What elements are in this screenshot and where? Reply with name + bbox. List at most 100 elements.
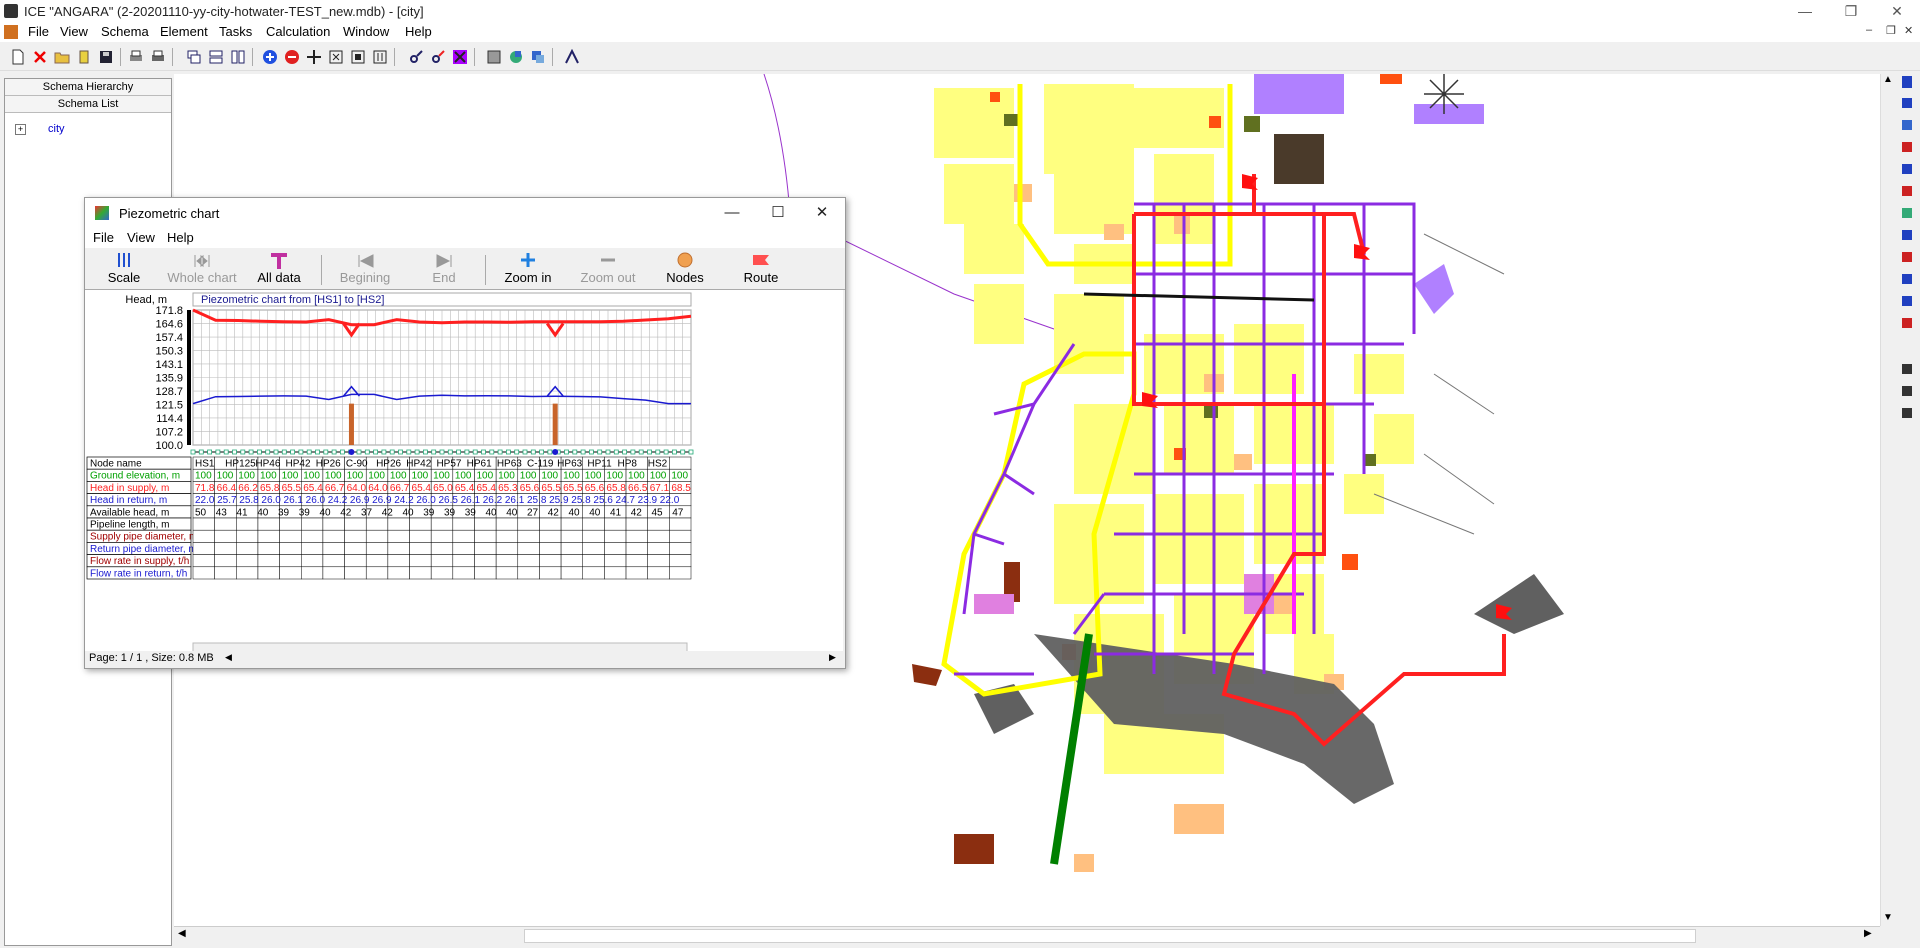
print-preview-icon[interactable] xyxy=(128,49,144,65)
node-marker xyxy=(223,449,229,455)
piezo-minimize-icon[interactable]: — xyxy=(717,202,747,224)
clipboard-icon[interactable] xyxy=(76,49,92,65)
schema-hierarchy-tab[interactable]: Schema Hierarchy xyxy=(5,79,171,96)
whole-chart-button[interactable]: Whole chart xyxy=(163,249,241,289)
properties-icon[interactable] xyxy=(1902,76,1912,88)
mdi-restore-icon[interactable]: ❐ xyxy=(1886,24,1896,37)
scroll-down-icon[interactable]: ▼ xyxy=(1883,912,1893,923)
save-icon[interactable] xyxy=(98,49,114,65)
find-icon[interactable] xyxy=(408,49,424,65)
table-value: C-90 xyxy=(346,459,368,470)
zoom-out-button[interactable]: Zoom out xyxy=(569,249,647,289)
chart-scroll-right-icon[interactable]: ▶ xyxy=(829,652,836,663)
mdi-doc-icon[interactable] xyxy=(4,25,18,39)
chart-scroll-left-icon[interactable]: ◀ xyxy=(225,652,232,663)
remove-icon[interactable] xyxy=(284,49,300,65)
menu-element[interactable]: Element xyxy=(160,24,208,39)
add-flag-icon[interactable] xyxy=(1902,318,1912,328)
menu-calculation[interactable]: Calculation xyxy=(266,24,330,39)
tile-vertical-icon[interactable] xyxy=(230,49,246,65)
paste-icon[interactable] xyxy=(1902,408,1912,418)
find-next-icon[interactable] xyxy=(430,49,446,65)
zoom-in-button[interactable]: Zoom in xyxy=(489,249,567,289)
node-marker xyxy=(539,449,545,455)
expand-icon[interactable]: + xyxy=(15,123,26,135)
scale-button[interactable]: Scale xyxy=(89,249,159,289)
scroll-right-icon[interactable]: ▶ xyxy=(1864,928,1872,939)
menu-window[interactable]: Window xyxy=(343,24,389,39)
add-label-icon[interactable] xyxy=(1902,274,1912,284)
copy-icon[interactable] xyxy=(1902,386,1912,396)
network-icon[interactable] xyxy=(564,49,580,65)
mdi-minimize-icon[interactable]: – xyxy=(1866,24,1872,36)
add-source-icon[interactable] xyxy=(1902,98,1912,108)
table-cell xyxy=(365,566,389,580)
piezo-menu-file[interactable]: File xyxy=(93,230,114,245)
piezo-menu-help[interactable]: Help xyxy=(167,230,194,245)
zoom-fit-icon[interactable] xyxy=(328,49,344,65)
add-consumer-icon[interactable] xyxy=(1902,142,1912,152)
zoom-window-icon[interactable] xyxy=(350,49,366,65)
route-button[interactable]: Route xyxy=(725,249,797,289)
table-cell xyxy=(236,529,259,543)
table-cell xyxy=(669,456,692,470)
map-vertical-scrollbar[interactable]: ▲ ▼ xyxy=(1880,74,1895,926)
zoom-out-icon xyxy=(601,258,615,262)
clear-selection-icon[interactable] xyxy=(452,49,468,65)
minimize-icon[interactable]: — xyxy=(1782,0,1828,22)
add-branch-icon[interactable] xyxy=(1902,164,1912,174)
begining-button[interactable]: Begining xyxy=(325,249,405,289)
node-marker xyxy=(688,449,694,455)
add-chamber-icon[interactable] xyxy=(1902,252,1912,262)
zoom-scale-icon[interactable] xyxy=(372,49,388,65)
piezo-close-icon[interactable]: ✕ xyxy=(807,202,837,224)
menu-view[interactable]: View xyxy=(60,24,88,39)
piezo-maximize-icon[interactable]: ☐ xyxy=(763,202,793,224)
end-button[interactable]: End xyxy=(405,249,483,289)
piezometric-chart[interactable]: Head, m Piezometric chart from [HS1] to [… xyxy=(85,290,843,655)
piezo-title-bar[interactable]: Piezometric chart — ☐ ✕ xyxy=(85,198,845,228)
menu-help[interactable]: Help xyxy=(405,24,432,39)
all-data-button[interactable]: All data xyxy=(241,249,317,289)
menu-file[interactable]: File xyxy=(28,24,49,39)
scroll-thumb[interactable] xyxy=(524,929,1696,943)
add-valve-icon[interactable] xyxy=(1902,186,1912,196)
move-icon[interactable] xyxy=(306,49,322,65)
map-horizontal-scrollbar[interactable]: ◀ ▶ xyxy=(174,926,1880,943)
globe-icon[interactable] xyxy=(508,49,524,65)
add-pump-icon[interactable] xyxy=(1902,208,1912,218)
table-value: HP46 xyxy=(255,459,280,470)
schema-list-tab[interactable]: Schema List xyxy=(5,96,171,113)
mdi-close-icon[interactable]: ✕ xyxy=(1904,24,1913,37)
tile-horizontal-icon[interactable] xyxy=(208,49,224,65)
scroll-left-icon[interactable]: ◀ xyxy=(178,928,186,939)
cut-icon[interactable] xyxy=(1902,364,1912,374)
table-value: 39 xyxy=(278,507,290,518)
tree-item-city[interactable]: + city xyxy=(15,123,65,135)
nodes-button[interactable]: Nodes xyxy=(649,249,721,289)
piezo-menu-view[interactable]: View xyxy=(127,230,155,245)
piezometric-chart-window[interactable]: Piezometric chart — ☐ ✕ File View Help S… xyxy=(84,197,846,669)
table-cell xyxy=(560,566,583,580)
layers-icon[interactable] xyxy=(486,49,502,65)
print-icon[interactable] xyxy=(150,49,166,65)
open-folder-icon[interactable] xyxy=(54,49,70,65)
chart-pane[interactable]: Head, m Piezometric chart from [HS1] to [… xyxy=(85,290,843,655)
table-value: C-119 xyxy=(527,459,554,470)
add-icon[interactable] xyxy=(262,49,278,65)
add-arrow-icon[interactable] xyxy=(1902,296,1912,306)
node-marker xyxy=(248,449,254,455)
menu-schema[interactable]: Schema xyxy=(101,24,149,39)
add-pipe-icon[interactable] xyxy=(1902,230,1912,240)
restore-icon[interactable]: ❐ xyxy=(1828,0,1874,22)
scroll-up-icon[interactable]: ▲ xyxy=(1883,74,1893,85)
add-node-icon[interactable] xyxy=(1902,120,1912,130)
menu-tasks[interactable]: Tasks xyxy=(219,24,252,39)
tree-item-label[interactable]: city xyxy=(48,123,65,135)
copy-layer-icon[interactable] xyxy=(530,49,546,65)
table-value: 100 xyxy=(433,471,450,482)
new-file-icon[interactable] xyxy=(10,49,26,65)
close-icon[interactable]: ✕ xyxy=(1874,0,1920,22)
cascade-icon[interactable] xyxy=(186,49,202,65)
delete-icon[interactable] xyxy=(32,49,48,65)
